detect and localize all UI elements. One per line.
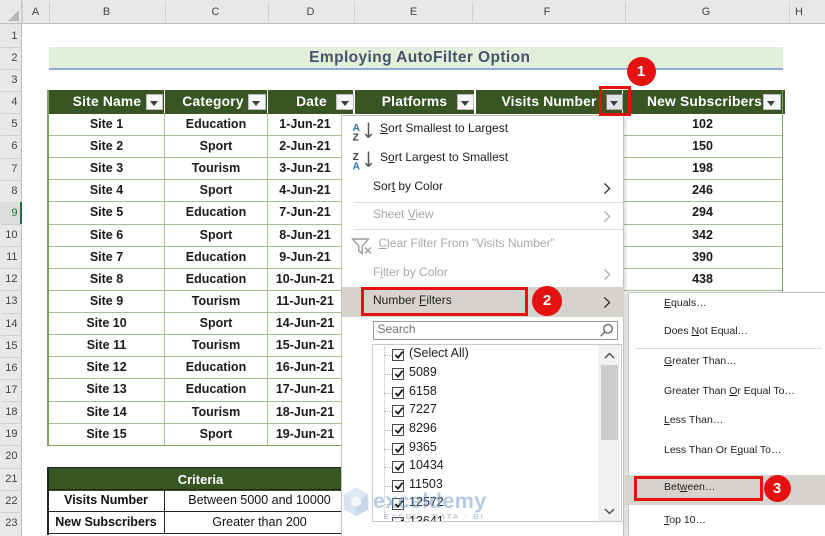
- svg-text:A: A: [353, 161, 361, 171]
- svg-text:Z: Z: [353, 132, 360, 142]
